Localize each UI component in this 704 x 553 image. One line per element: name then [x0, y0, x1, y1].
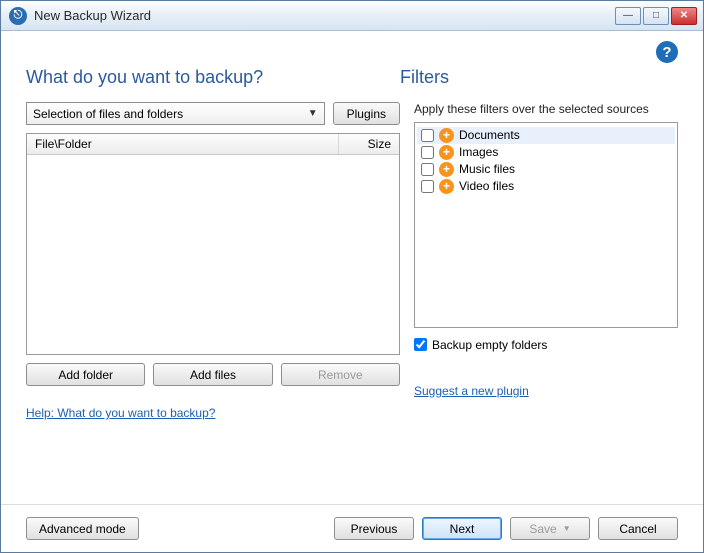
page-heading-right: Filters [400, 67, 449, 88]
filter-item[interactable]: + Video files [417, 178, 675, 195]
chevron-down-icon: ▼ [308, 108, 318, 119]
sources-panel: Selection of files and folders ▼ Plugins… [26, 102, 400, 420]
grid-body [27, 155, 399, 354]
add-files-button[interactable]: Add files [153, 363, 272, 386]
minimize-button[interactable]: — [615, 7, 641, 25]
chevron-down-icon: ▼ [563, 524, 571, 533]
filter-label: Documents [459, 128, 520, 142]
plugins-button[interactable]: Plugins [333, 102, 400, 125]
filter-checkbox[interactable] [421, 180, 434, 193]
plus-icon: + [439, 128, 454, 143]
filter-label: Images [459, 145, 498, 159]
column-file[interactable]: File\Folder [27, 134, 339, 154]
column-size[interactable]: Size [339, 134, 399, 154]
filters-panel: Apply these filters over the selected so… [414, 102, 678, 420]
dropdown-value: Selection of files and folders [33, 107, 183, 121]
filter-checkbox[interactable] [421, 129, 434, 142]
cancel-button[interactable]: Cancel [598, 517, 678, 540]
wizard-footer: Advanced mode Previous Next Save ▼ Cance… [1, 504, 703, 552]
window-title: New Backup Wizard [34, 8, 615, 23]
wizard-window: ⎋ New Backup Wizard — □ ✕ ? What do you … [0, 0, 704, 553]
titlebar: ⎋ New Backup Wizard — □ ✕ [1, 1, 703, 31]
plus-icon: + [439, 179, 454, 194]
app-icon: ⎋ [9, 7, 27, 25]
filter-checkbox[interactable] [421, 146, 434, 159]
close-button[interactable]: ✕ [671, 7, 697, 25]
suggest-plugin-link[interactable]: Suggest a new plugin [414, 384, 529, 398]
plus-icon: + [439, 162, 454, 177]
filter-label: Video files [459, 179, 514, 193]
add-folder-button[interactable]: Add folder [26, 363, 145, 386]
save-button[interactable]: Save ▼ [510, 517, 590, 540]
advanced-mode-button[interactable]: Advanced mode [26, 517, 139, 540]
grid-header: File\Folder Size [27, 134, 399, 155]
help-icon[interactable]: ? [656, 41, 678, 63]
filters-list: + Documents + Images + Music files [414, 122, 678, 328]
save-label: Save [529, 522, 556, 536]
filter-item[interactable]: + Music files [417, 161, 675, 178]
backup-empty-label: Backup empty folders [432, 338, 547, 352]
page-heading-left: What do you want to backup? [26, 67, 400, 88]
source-type-dropdown[interactable]: Selection of files and folders ▼ [26, 102, 325, 125]
plus-icon: + [439, 145, 454, 160]
help-link[interactable]: Help: What do you want to backup? [26, 406, 400, 420]
filter-item[interactable]: + Images [417, 144, 675, 161]
backup-empty-checkbox-row[interactable]: Backup empty folders [414, 338, 678, 352]
next-button[interactable]: Next [422, 517, 502, 540]
client-area: ? What do you want to backup? Filters Se… [1, 31, 703, 504]
maximize-button[interactable]: □ [643, 7, 669, 25]
filter-item[interactable]: + Documents [417, 127, 675, 144]
filter-label: Music files [459, 162, 515, 176]
remove-button[interactable]: Remove [281, 363, 400, 386]
previous-button[interactable]: Previous [334, 517, 414, 540]
filters-description: Apply these filters over the selected so… [414, 102, 678, 118]
filter-checkbox[interactable] [421, 163, 434, 176]
files-grid[interactable]: File\Folder Size [26, 133, 400, 355]
backup-empty-checkbox[interactable] [414, 338, 427, 351]
window-controls: — □ ✕ [615, 7, 697, 25]
